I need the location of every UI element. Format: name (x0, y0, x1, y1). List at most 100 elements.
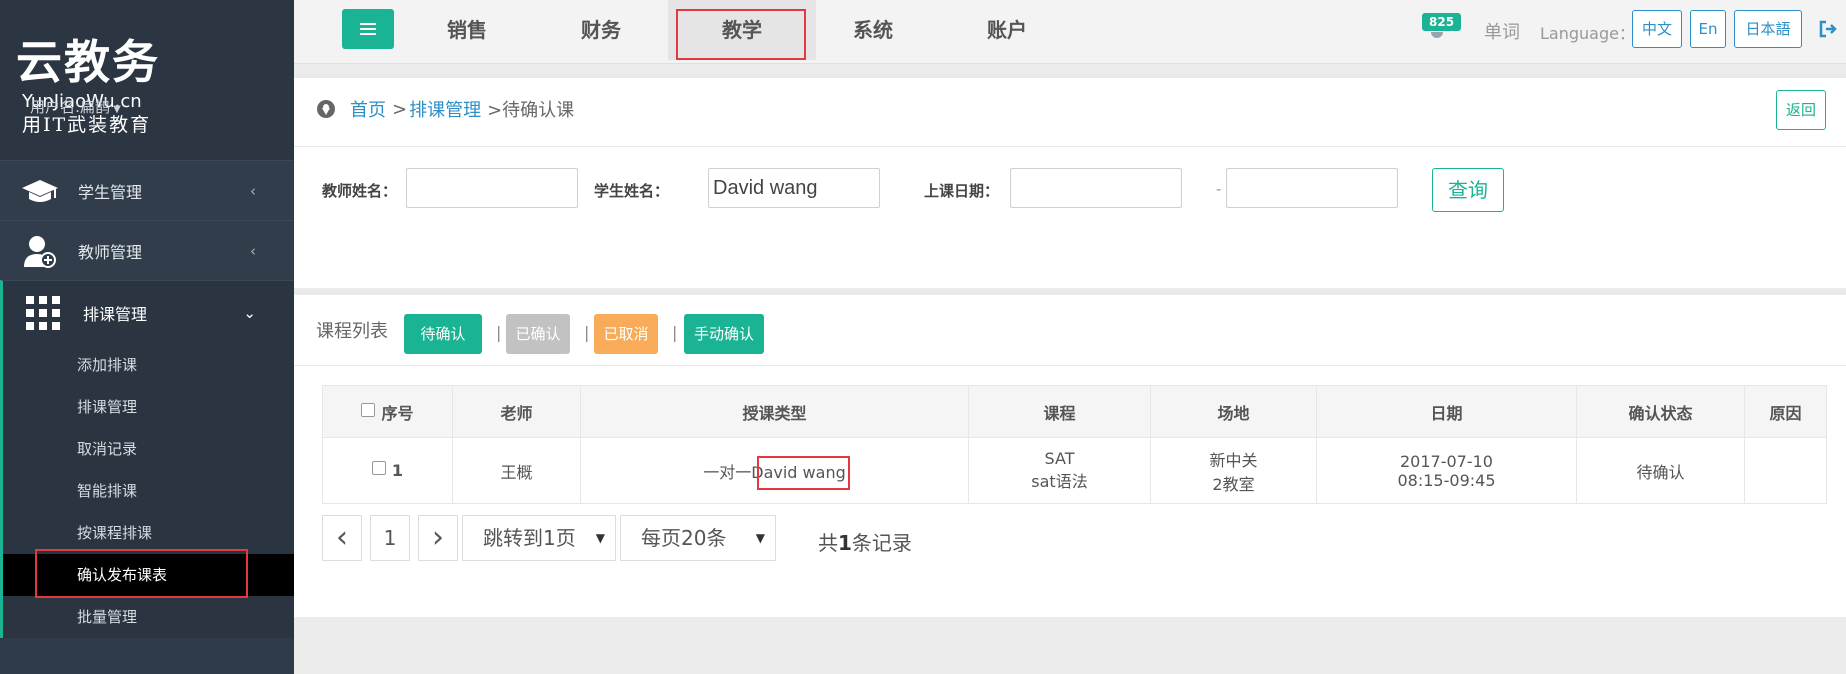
row-checkbox[interactable] (371, 460, 386, 475)
list-title: 课程列表 (316, 321, 388, 342)
cell-course: SAT sat语法 (968, 437, 1151, 504)
sub-item-cancel-records[interactable]: 取消记录 (3, 428, 294, 470)
highlight-box (35, 549, 248, 598)
back-button[interactable]: 返回 (1776, 90, 1826, 130)
filter-separator: | (672, 323, 678, 342)
lang-english-button[interactable]: En (1690, 10, 1726, 48)
chevron-left-icon: ‹ (250, 241, 256, 260)
date-to-input[interactable] (1226, 168, 1398, 208)
breadcrumb: 首页 > 排课管理 >待确认课 (316, 96, 574, 122)
nav-label: 教师管理 (78, 242, 143, 262)
word-link[interactable]: 单词 (1484, 18, 1520, 44)
breadcrumb-home[interactable]: 首页 (350, 96, 386, 122)
sub-item-course-schedule[interactable]: 按课程排课 (3, 512, 294, 554)
sub-item-schedule-management[interactable]: 排课管理 (3, 386, 294, 428)
divider (294, 365, 1846, 366)
dropdown-arrow-icon: ▼ (755, 531, 765, 545)
filter-cancelled-button[interactable]: 已取消 (594, 314, 658, 354)
nav-item-student-management[interactable]: 学生管理 ‹ (0, 160, 294, 220)
filter-separator: | (496, 323, 502, 342)
header-venue: 场地 (1150, 385, 1317, 438)
class-date-label: 上课日期： (924, 182, 1000, 200)
search-panel: 首页 > 排课管理 >待确认课 返回 教师姓名： 学生姓名： 上课日期： - 查… (294, 74, 1846, 288)
course-list-panel: 课程列表 待确认 | 已确认 | 已取消 | 手动确认 序号 老师 授课类型 课… (294, 291, 1846, 617)
filter-confirmed-button[interactable]: 已确认 (506, 314, 570, 354)
header-teacher: 老师 (452, 385, 581, 438)
notification-bell[interactable]: 825 (1422, 12, 1462, 38)
sub-item-add-schedule[interactable]: 添加排课 (3, 344, 294, 386)
sub-item-smart-schedule[interactable]: 智能排课 (3, 470, 294, 512)
teacher-name-input[interactable] (406, 168, 578, 208)
per-page-select[interactable]: 每页20条 ▼ (620, 515, 776, 561)
bell-icon (1431, 32, 1443, 38)
select-all-checkbox[interactable] (361, 403, 376, 417)
dropdown-arrow-icon: ▼ (595, 531, 605, 545)
lang-chinese-button[interactable]: 中文 (1632, 10, 1682, 48)
teacher-add-icon (18, 231, 62, 271)
tab-system[interactable]: 系统 (808, 0, 938, 60)
highlight-box (676, 9, 806, 60)
course-table: 序号 老师 授课类型 课程 场地 日期 确认状态 原因 1 王概 一对一Davi… (322, 385, 1827, 504)
tab-finance[interactable]: 财务 (536, 0, 666, 60)
nav-item-teacher-management[interactable]: 教师管理 ‹ (0, 220, 294, 280)
teacher-name-label: 教师姓名： (322, 182, 398, 200)
cell-status: 待确认 (1576, 437, 1745, 504)
sidebar: 云教务 YunJiaoWu.cn 用IT武装教育 用户名:扁鹊 ▼ 学生管理 ‹ … (0, 0, 294, 674)
language-label: Language： (1540, 24, 1635, 43)
breadcrumb-separator: > (392, 98, 408, 120)
sub-item-batch-management[interactable]: 批量管理 (3, 596, 294, 638)
cell-index: 1 (322, 437, 453, 504)
next-page-button[interactable]: › (418, 515, 458, 561)
main-content: 首页 > 排课管理 >待确认课 返回 教师姓名： 学生姓名： 上课日期： - 查… (294, 64, 1846, 674)
breadcrumb-current: >待确认课 (487, 100, 575, 121)
filter-pending-button[interactable]: 待确认 (404, 314, 482, 354)
chevron-left-icon: ‹ (250, 181, 256, 200)
logout-icon[interactable] (1818, 19, 1838, 39)
header-status: 确认状态 (1576, 385, 1745, 438)
date-separator: - (1216, 180, 1222, 198)
filter-manual-confirm-button[interactable]: 手动确认 (684, 314, 764, 354)
header-course: 课程 (968, 385, 1151, 438)
brand-area: 云教务 YunJiaoWu.cn 用IT武装教育 用户名:扁鹊 ▼ (0, 0, 294, 160)
username: 用户名:扁鹊 (30, 98, 111, 116)
divider (294, 146, 1846, 147)
cell-type: 一对一David wang (580, 437, 969, 504)
tab-account[interactable]: 账户 (942, 0, 1072, 60)
hamburger-menu-button[interactable] (342, 9, 394, 49)
table-header-row: 序号 老师 授课类型 课程 场地 日期 确认状态 原因 (322, 385, 1827, 438)
caret-down-icon: ▼ (113, 104, 121, 115)
cell-reason (1744, 437, 1827, 504)
chevron-down-icon: ⌄ (243, 303, 256, 322)
header-date: 日期 (1316, 385, 1577, 438)
top-bar: 销售 财务 教学 系统 账户 825 单词 Language： 中文 En 日本… (294, 0, 1846, 64)
graduation-cap-icon (18, 171, 62, 211)
query-button[interactable]: 查询 (1432, 168, 1504, 212)
location-pin-icon (316, 99, 336, 119)
date-from-input[interactable] (1010, 168, 1182, 208)
tab-sales[interactable]: 销售 (402, 0, 532, 60)
student-name-label: 学生姓名： (594, 182, 670, 200)
tab-teaching[interactable]: 教学 (668, 0, 816, 60)
header-reason: 原因 (1744, 385, 1827, 438)
current-page[interactable]: 1 (370, 515, 410, 561)
logo-chinese: 云教务 (16, 35, 160, 89)
jump-page-select[interactable]: 跳转到1页 ▼ (462, 515, 616, 561)
cell-teacher: 王概 (452, 437, 581, 504)
nav-item-schedule-management[interactable]: 排课管理 ⌄ (0, 280, 294, 344)
breadcrumb-parent[interactable]: 排课管理 (409, 96, 481, 122)
hamburger-icon (360, 28, 376, 30)
lang-japanese-button[interactable]: 日本語 (1734, 10, 1802, 48)
filter-separator: | (584, 323, 590, 342)
total-records: 共1条记录 (818, 531, 912, 555)
prev-page-button[interactable]: ‹ (322, 515, 362, 561)
student-name-input[interactable] (708, 168, 880, 208)
header-type: 授课类型 (580, 385, 969, 438)
highlight-box (757, 456, 850, 490)
table-row: 1 王概 一对一David wang SAT sat语法 新中关 2教室 2017-… (322, 437, 1827, 504)
user-menu[interactable]: 用户名:扁鹊 ▼ (30, 96, 121, 117)
grid-icon (21, 293, 65, 333)
nav-label: 排课管理 (83, 304, 148, 324)
header-index: 序号 (322, 385, 453, 438)
notification-badge: 825 (1422, 13, 1462, 31)
sub-item-confirm-publish[interactable]: 确认发布课表 (3, 549, 294, 598)
